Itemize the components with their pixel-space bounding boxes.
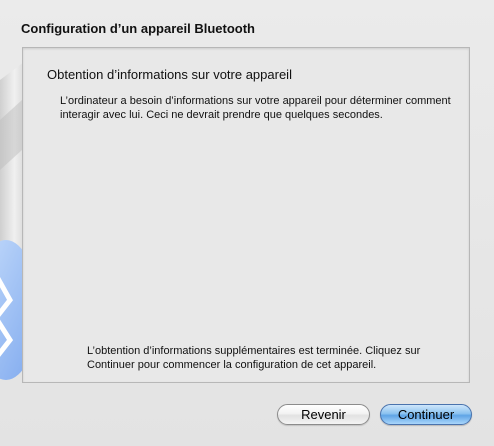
continue-button[interactable]: Continuer	[380, 404, 472, 425]
window-title: Configuration d’un appareil Bluetooth	[21, 21, 255, 36]
panel-description: L’ordinateur a besoin d’informations sur…	[60, 95, 451, 121]
back-button[interactable]: Revenir	[277, 404, 370, 425]
status-message: L’obtention d’informations supplémentair…	[87, 345, 421, 371]
panel-heading: Obtention d’informations sur votre appar…	[47, 67, 292, 82]
content-panel: Obtention d’informations sur votre appar…	[22, 47, 470, 383]
